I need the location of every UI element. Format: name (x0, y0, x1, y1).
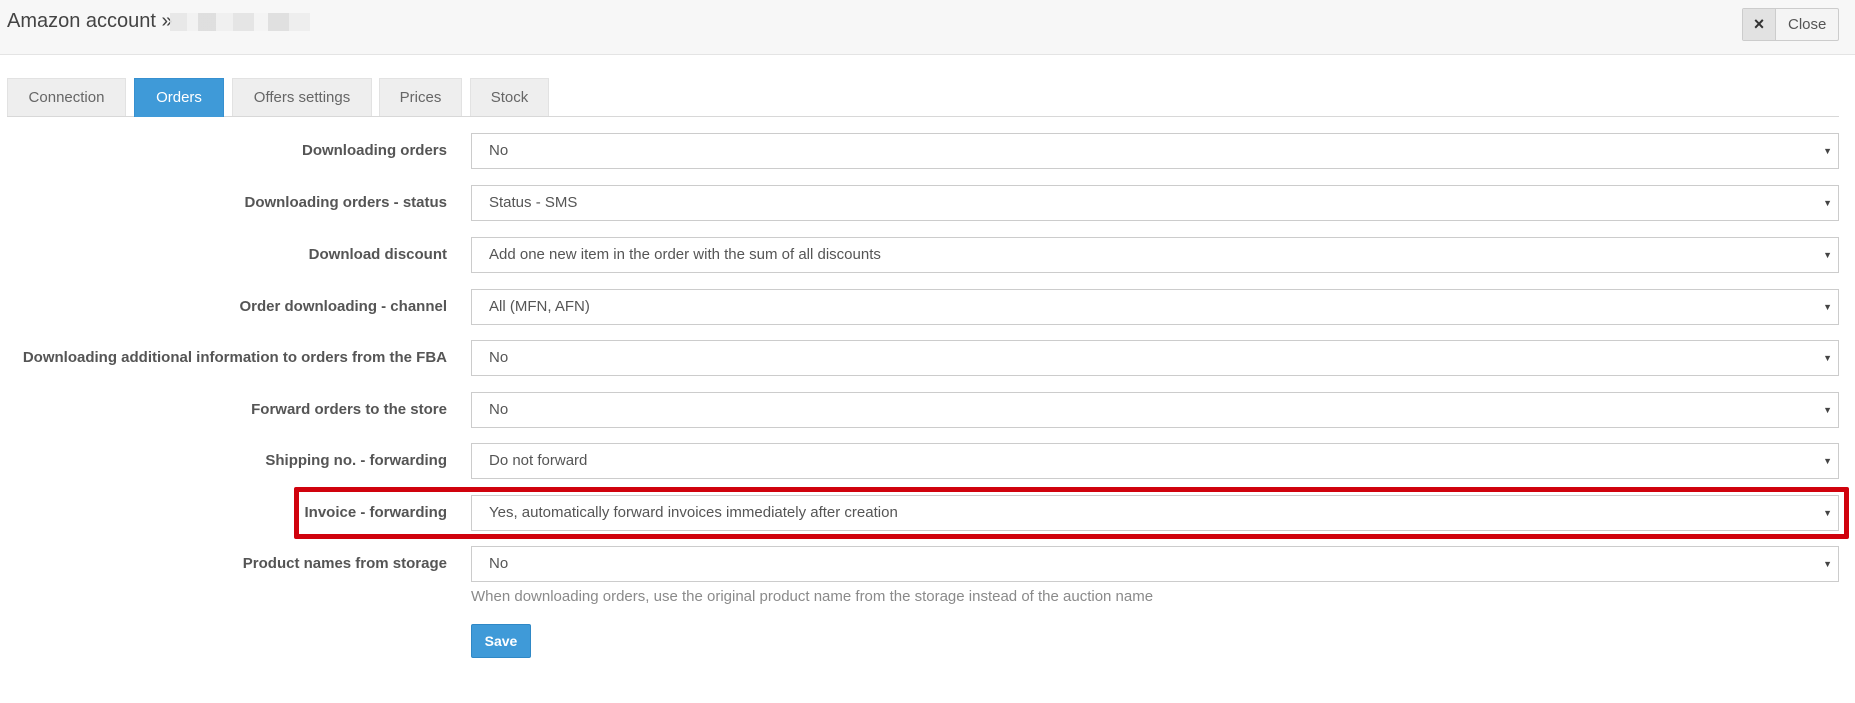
field-label: Downloading orders - status (244, 194, 447, 211)
form-row-downloading-orders-status: Downloading orders - status Status - SMS… (0, 185, 1855, 221)
select-value: No (489, 401, 509, 418)
redacted-account-name (170, 13, 310, 31)
page-title: Amazon account » (7, 10, 173, 32)
close-icon: × (1743, 9, 1776, 40)
tab-bar: Connection Orders Offers settings Prices… (7, 78, 1839, 117)
tab-offers-settings[interactable]: Offers settings (232, 78, 372, 116)
chevron-down-icon: ▼ (1823, 146, 1832, 156)
form-row-order-downloading-channel: Order downloading - channel All (MFN, AF… (0, 289, 1855, 325)
tab-orders[interactable]: Orders (134, 78, 224, 117)
chevron-down-icon: ▼ (1823, 198, 1832, 208)
chevron-down-icon: ▼ (1823, 405, 1832, 415)
order-downloading-channel-select[interactable]: All (MFN, AFN) ▼ (471, 289, 1839, 325)
field-label: Downloading additional information to or… (22, 349, 447, 366)
field-label: Product names from storage (242, 555, 447, 572)
select-value: Do not forward (489, 452, 588, 469)
tab-prices[interactable]: Prices (379, 78, 462, 116)
field-label: Forward orders to the store (251, 401, 447, 418)
form-row-shipping-forwarding: Shipping no. - forwarding Do not forward… (0, 443, 1855, 479)
field-label: Shipping no. - forwarding (265, 452, 447, 469)
close-button[interactable]: × Close (1742, 8, 1839, 41)
form-row-forward-orders: Forward orders to the store No ▼ (0, 392, 1855, 428)
product-names-help-text: When downloading orders, use the origina… (471, 588, 1154, 605)
select-value: Yes, automatically forward invoices imme… (489, 504, 898, 521)
chevron-down-icon: ▼ (1823, 302, 1832, 312)
field-label: Downloading orders (301, 142, 447, 159)
chevron-down-icon: ▼ (1823, 250, 1832, 260)
select-value: All (MFN, AFN) (489, 298, 590, 315)
form-row-invoice-forwarding: Invoice - forwarding Yes, automatically … (0, 495, 1855, 531)
forward-orders-select[interactable]: No ▼ (471, 392, 1839, 428)
chevron-down-icon: ▼ (1823, 456, 1832, 466)
close-button-label: Close (1788, 16, 1827, 33)
select-value: Status - SMS (489, 194, 578, 211)
save-button[interactable]: Save (471, 624, 531, 658)
downloading-orders-select[interactable]: No ▼ (471, 133, 1839, 169)
field-label: Order downloading - channel (239, 298, 447, 315)
select-value: No (489, 349, 509, 366)
form-row-download-discount: Download discount Add one new item in th… (0, 237, 1855, 273)
download-discount-select[interactable]: Add one new item in the order with the s… (471, 237, 1839, 273)
invoice-forwarding-select[interactable]: Yes, automatically forward invoices imme… (471, 495, 1839, 531)
field-label: Download discount (308, 246, 447, 263)
form-row-downloading-orders: Downloading orders No ▼ (0, 133, 1855, 169)
downloading-orders-status-select[interactable]: Status - SMS ▼ (471, 185, 1839, 221)
form-row-fba-additional-info: Downloading additional information to or… (0, 340, 1855, 376)
tab-connection[interactable]: Connection (7, 78, 126, 116)
fba-additional-info-select[interactable]: No ▼ (471, 340, 1839, 376)
tab-stock[interactable]: Stock (470, 78, 549, 116)
select-value: Add one new item in the order with the s… (489, 246, 881, 263)
chevron-down-icon: ▼ (1823, 559, 1832, 569)
shipping-forwarding-select[interactable]: Do not forward ▼ (471, 443, 1839, 479)
product-names-select[interactable]: No ▼ (471, 546, 1839, 582)
form-row-product-names: Product names from storage No ▼ (0, 546, 1855, 582)
chevron-down-icon: ▼ (1823, 508, 1832, 518)
chevron-down-icon: ▼ (1823, 353, 1832, 363)
select-value: No (489, 555, 509, 572)
field-label: Invoice - forwarding (304, 504, 447, 521)
select-value: No (489, 142, 509, 159)
page-header: Amazon account » × Close (0, 0, 1855, 55)
